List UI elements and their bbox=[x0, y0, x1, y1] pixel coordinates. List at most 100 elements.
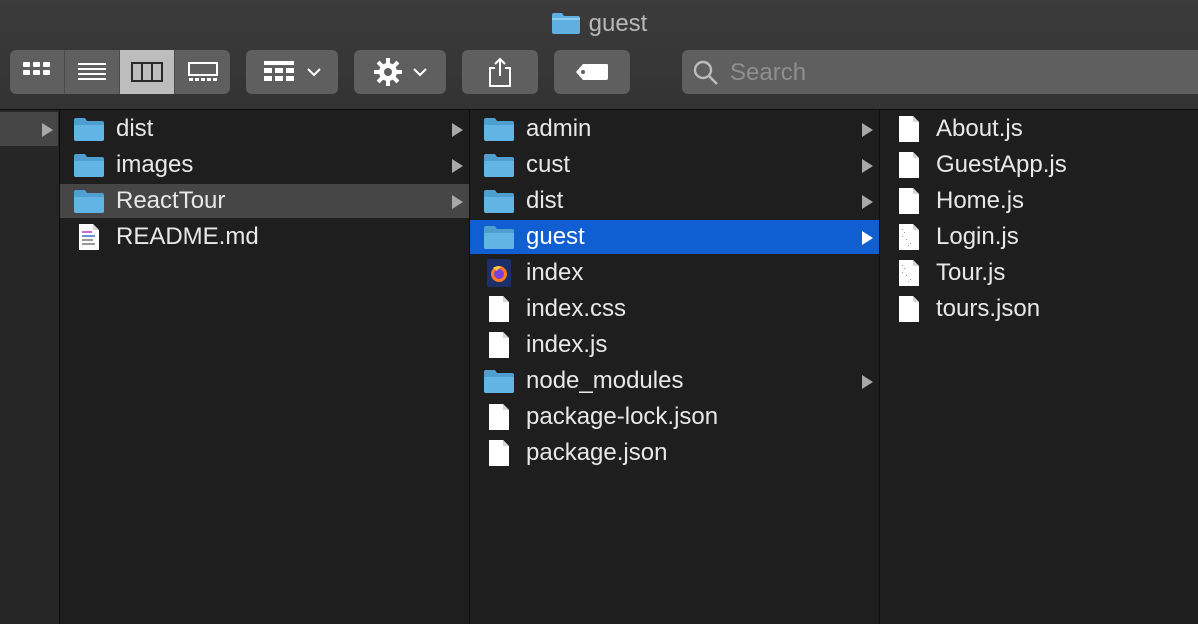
markdown-file-icon bbox=[72, 224, 106, 250]
column-1[interactable]: dist images ReactTour README.md bbox=[60, 110, 470, 624]
action-button[interactable] bbox=[354, 50, 446, 94]
file-icon bbox=[482, 404, 516, 430]
folder-row[interactable]: admin bbox=[470, 112, 879, 146]
file-row[interactable]: README.md bbox=[60, 220, 469, 254]
item-label: package-lock.json bbox=[526, 403, 719, 430]
parent-row-selected[interactable] bbox=[0, 112, 58, 146]
item-label: README.md bbox=[116, 223, 259, 250]
item-label: dist bbox=[526, 187, 564, 214]
file-row[interactable]: Tour.js bbox=[880, 256, 1198, 290]
share-button[interactable] bbox=[462, 50, 538, 94]
item-label: cust bbox=[526, 151, 571, 178]
view-mode-control[interactable] bbox=[10, 50, 230, 94]
folder-row[interactable]: guest bbox=[470, 220, 879, 254]
gear-icon bbox=[374, 58, 402, 86]
folder-icon bbox=[482, 188, 516, 214]
disclosure-arrow-icon bbox=[862, 195, 873, 209]
disclosure-arrow-icon bbox=[452, 123, 463, 137]
disclosure-arrow-icon bbox=[862, 123, 873, 137]
file-row[interactable]: index bbox=[470, 256, 879, 290]
folder-icon bbox=[72, 188, 106, 214]
chevron-down-icon bbox=[413, 68, 427, 77]
disclosure-arrow-icon bbox=[452, 159, 463, 173]
chevron-down-icon bbox=[307, 68, 321, 77]
file-icon bbox=[892, 188, 926, 214]
item-label: index.css bbox=[526, 295, 627, 322]
item-label: index bbox=[526, 259, 584, 286]
firefox-document-icon bbox=[482, 259, 516, 287]
file-icon bbox=[482, 440, 516, 466]
item-label: dist bbox=[116, 115, 154, 142]
folder-icon bbox=[482, 116, 516, 142]
file-row[interactable]: Login.js bbox=[880, 220, 1198, 254]
folder-icon bbox=[482, 224, 516, 250]
folder-row[interactable]: dist bbox=[60, 112, 469, 146]
item-label: tours.json bbox=[936, 295, 1041, 322]
column-view-button[interactable] bbox=[120, 50, 175, 94]
folder-icon bbox=[482, 152, 516, 178]
item-label: node_modules bbox=[526, 367, 684, 394]
item-label: Home.js bbox=[936, 187, 1025, 214]
gallery-icon bbox=[187, 62, 218, 81]
folder-row[interactable]: cust bbox=[470, 148, 879, 182]
icon-view-button[interactable] bbox=[10, 50, 65, 94]
share-icon bbox=[489, 57, 511, 87]
item-label: Tour.js bbox=[936, 259, 1006, 286]
columns-icon bbox=[131, 62, 163, 82]
file-icon bbox=[892, 152, 926, 178]
folder-row[interactable]: ReactTour bbox=[60, 184, 469, 218]
file-row[interactable]: tours.json bbox=[880, 292, 1198, 326]
file-icon bbox=[892, 224, 926, 250]
folder-icon bbox=[551, 11, 581, 44]
file-row[interactable]: package.json bbox=[470, 436, 879, 470]
folder-icon bbox=[72, 152, 106, 178]
folder-row[interactable]: dist bbox=[470, 184, 879, 218]
file-icon bbox=[892, 116, 926, 142]
disclosure-arrow-icon bbox=[862, 231, 873, 245]
gallery-view-button[interactable] bbox=[175, 50, 230, 94]
item-label: images bbox=[116, 151, 194, 178]
group-by-button[interactable] bbox=[246, 50, 338, 94]
item-label: index.js bbox=[526, 331, 608, 358]
item-label: About.js bbox=[936, 115, 1023, 142]
item-label: guest bbox=[526, 223, 585, 250]
file-row[interactable]: package-lock.json bbox=[470, 400, 879, 434]
file-icon bbox=[892, 260, 926, 286]
search-input[interactable] bbox=[728, 56, 1192, 90]
file-row[interactable]: GuestApp.js bbox=[880, 148, 1198, 182]
search-field[interactable] bbox=[682, 50, 1198, 94]
tag-button[interactable] bbox=[554, 50, 630, 94]
column-2[interactable]: admin cust dist guest index index.css index.js… bbox=[470, 110, 880, 624]
folder-row[interactable]: images bbox=[60, 148, 469, 182]
file-icon bbox=[482, 332, 516, 358]
disclosure-arrow-icon bbox=[452, 195, 463, 209]
disclosure-arrow-icon bbox=[862, 375, 873, 389]
column-parent[interactable] bbox=[0, 110, 60, 624]
item-label: admin bbox=[526, 115, 592, 142]
list-icon bbox=[78, 63, 106, 80]
file-row[interactable]: index.js bbox=[470, 328, 879, 362]
window-title-text: guest bbox=[588, 10, 648, 37]
folder-row[interactable]: node_modules bbox=[470, 364, 879, 398]
window-titlebar: guest bbox=[0, 0, 1198, 110]
item-label: ReactTour bbox=[116, 187, 226, 214]
icon-grid-icon bbox=[23, 62, 50, 75]
file-icon bbox=[892, 296, 926, 322]
disclosure-arrow-icon bbox=[862, 159, 873, 173]
list-view-button[interactable] bbox=[65, 50, 120, 94]
file-row[interactable]: index.css bbox=[470, 292, 879, 326]
folder-icon bbox=[72, 116, 106, 142]
file-row[interactable]: About.js bbox=[880, 112, 1198, 146]
search-icon bbox=[693, 60, 718, 85]
file-icon bbox=[482, 296, 516, 322]
item-label: package.json bbox=[526, 439, 668, 466]
file-row[interactable]: Home.js bbox=[880, 184, 1198, 218]
column-3[interactable]: About.js GuestApp.js Home.js Login.js Tour.j… bbox=[880, 110, 1198, 624]
item-label: Login.js bbox=[936, 223, 1019, 250]
item-label: GuestApp.js bbox=[936, 151, 1067, 178]
group-by-icon bbox=[264, 61, 294, 81]
window-title: guest bbox=[0, 8, 1198, 40]
folder-icon bbox=[482, 368, 516, 394]
tag-icon bbox=[576, 64, 608, 80]
disclosure-arrow-icon bbox=[42, 123, 53, 137]
